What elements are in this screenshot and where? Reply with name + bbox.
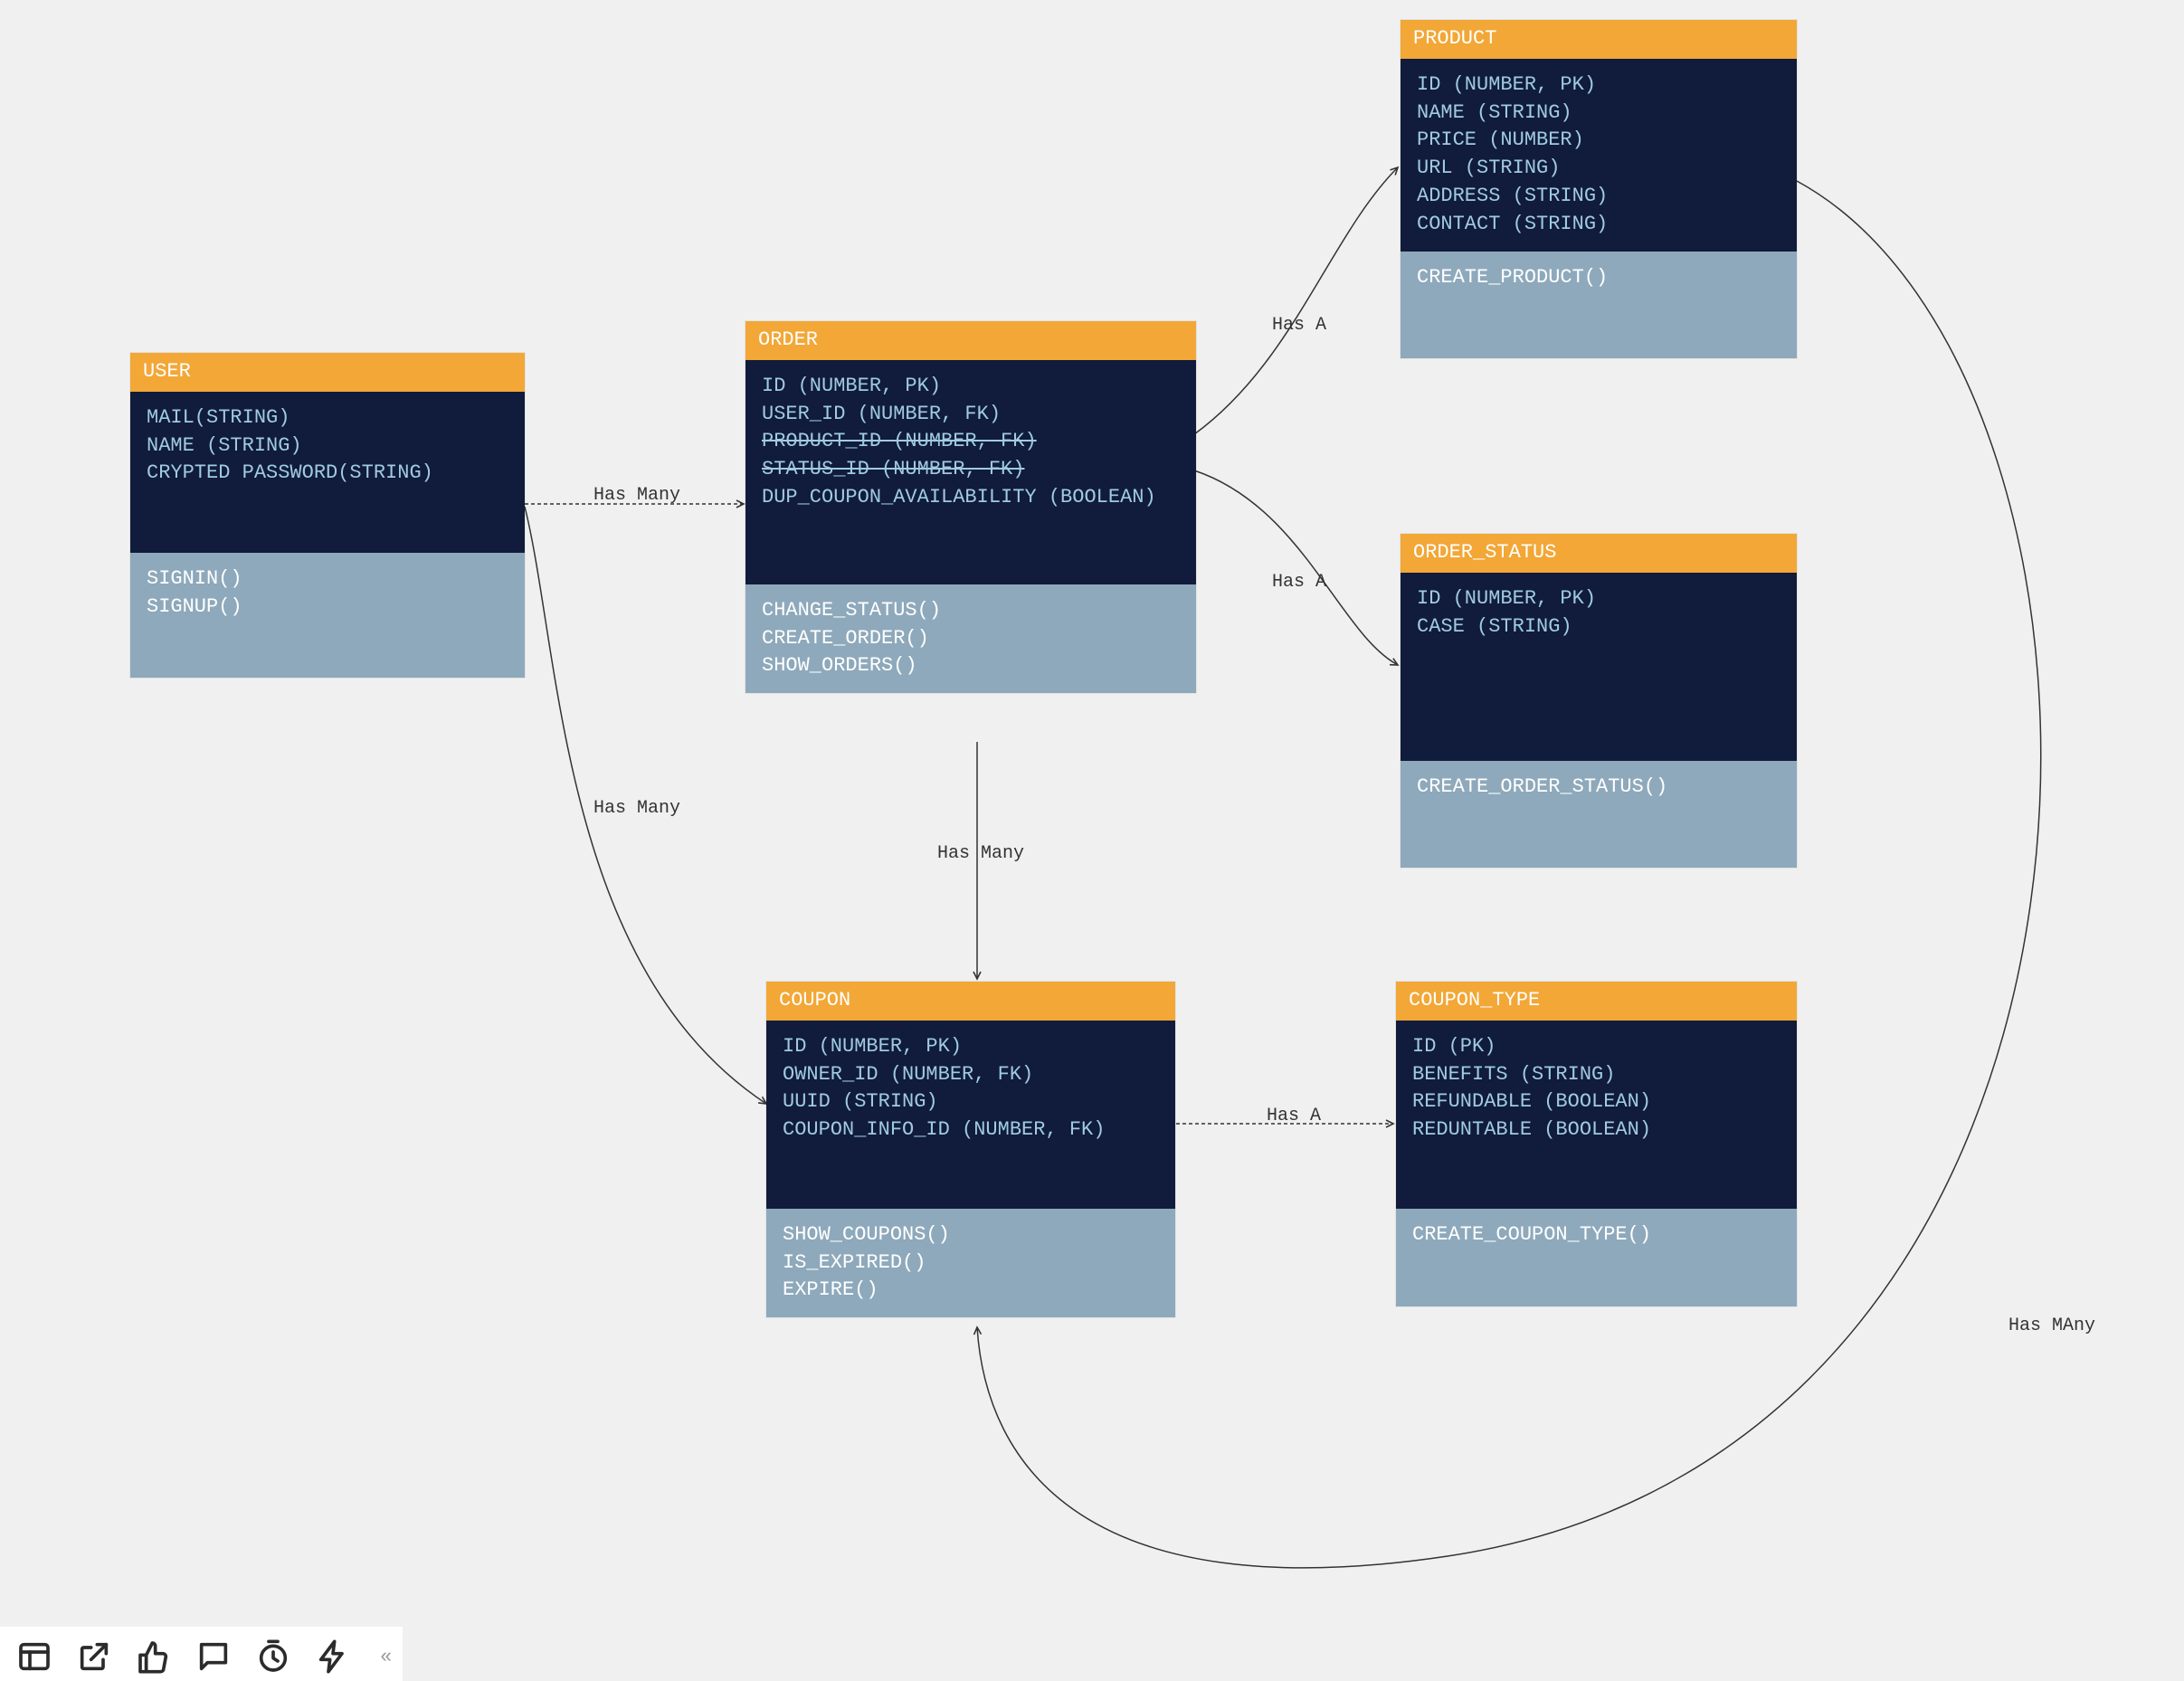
rel-label-user-order: Has Many bbox=[593, 485, 680, 506]
entity-order[interactable]: ORDER ID (NUMBER, PK) USER_ID (NUMBER, F… bbox=[745, 321, 1196, 693]
entity-attr: CASE (STRING) bbox=[1417, 613, 1780, 641]
entity-attr: ADDRESS (STRING) bbox=[1417, 183, 1780, 211]
entity-attr: CRYPTED PASSWORD(STRING) bbox=[147, 460, 508, 488]
entity-attr: UUID (STRING) bbox=[783, 1088, 1159, 1116]
rel-label-order-coupon: Has Many bbox=[937, 843, 1024, 864]
entity-product-methods: CREATE_PRODUCT() bbox=[1401, 252, 1797, 358]
collapse-toolbar-button[interactable]: « bbox=[375, 1646, 386, 1668]
connector-order-product bbox=[1194, 167, 1398, 434]
entity-order-attrs: ID (NUMBER, PK) USER_ID (NUMBER, FK) PRO… bbox=[745, 360, 1196, 584]
entity-attr: COUPON_INFO_ID (NUMBER, FK) bbox=[783, 1116, 1159, 1144]
entity-order-methods: CHANGE_STATUS() CREATE_ORDER() SHOW_ORDE… bbox=[745, 584, 1196, 693]
rel-label-coupon-type: Has A bbox=[1267, 1106, 1321, 1126]
entity-attr: PRICE (NUMBER) bbox=[1417, 127, 1780, 155]
bottom-toolbar: « bbox=[0, 1627, 403, 1681]
entity-attr: ID (NUMBER, PK) bbox=[762, 373, 1180, 401]
entity-method: SHOW_COUPONS() bbox=[783, 1221, 1159, 1249]
entity-attr: MAIL(STRING) bbox=[147, 404, 508, 432]
entity-method: CREATE_ORDER_STATUS() bbox=[1417, 774, 1780, 802]
entity-method: CREATE_ORDER() bbox=[762, 625, 1180, 653]
entity-attr: REDUNTABLE (BOOLEAN) bbox=[1412, 1116, 1780, 1144]
entity-user[interactable]: USER MAIL(STRING) NAME (STRING) CRYPTED … bbox=[130, 353, 525, 678]
entity-attr: OWNER_ID (NUMBER, FK) bbox=[783, 1061, 1159, 1089]
entity-coupon-type-attrs: ID (PK) BENEFITS (STRING) REFUNDABLE (BO… bbox=[1396, 1021, 1797, 1209]
entity-method: EXPIRE() bbox=[783, 1277, 1159, 1305]
entity-attr: ID (NUMBER, PK) bbox=[1417, 71, 1780, 100]
entity-attr: NAME (STRING) bbox=[1417, 100, 1780, 128]
entity-method: IS_EXPIRED() bbox=[783, 1249, 1159, 1277]
entity-method: CREATE_COUPON_TYPE() bbox=[1412, 1221, 1780, 1249]
rel-label-user-coupon: Has Many bbox=[593, 798, 680, 819]
lightning-icon[interactable] bbox=[315, 1638, 351, 1675]
entity-product-title: PRODUCT bbox=[1401, 20, 1797, 59]
entity-order-status-methods: CREATE_ORDER_STATUS() bbox=[1401, 761, 1797, 868]
entity-coupon[interactable]: COUPON ID (NUMBER, PK) OWNER_ID (NUMBER,… bbox=[766, 982, 1175, 1317]
external-link-icon[interactable] bbox=[76, 1638, 112, 1675]
entity-method: SHOW_ORDERS() bbox=[762, 652, 1180, 680]
entity-method: CHANGE_STATUS() bbox=[762, 597, 1180, 625]
entity-attr: REFUNDABLE (BOOLEAN) bbox=[1412, 1088, 1780, 1116]
connectors-layer bbox=[0, 0, 2184, 1681]
entity-attr: ID (PK) bbox=[1412, 1033, 1780, 1061]
entity-attr: PRODUCT_ID (NUMBER, FK) bbox=[762, 428, 1180, 456]
entity-method: SIGNIN() bbox=[147, 565, 508, 594]
entity-order-status-attrs: ID (NUMBER, PK) CASE (STRING) bbox=[1401, 573, 1797, 761]
entity-coupon-methods: SHOW_COUPONS() IS_EXPIRED() EXPIRE() bbox=[766, 1209, 1175, 1317]
diagram-canvas[interactable]: USER MAIL(STRING) NAME (STRING) CRYPTED … bbox=[0, 0, 2184, 1681]
entity-attr: URL (STRING) bbox=[1417, 155, 1780, 183]
entity-attr: NAME (STRING) bbox=[147, 432, 508, 461]
entity-attr: USER_ID (NUMBER, FK) bbox=[762, 401, 1180, 429]
entity-attr: BENEFITS (STRING) bbox=[1412, 1061, 1780, 1089]
entity-product[interactable]: PRODUCT ID (NUMBER, PK) NAME (STRING) PR… bbox=[1401, 20, 1797, 358]
entity-user-attrs: MAIL(STRING) NAME (STRING) CRYPTED PASSW… bbox=[130, 392, 525, 553]
entity-attr: ID (NUMBER, PK) bbox=[1417, 585, 1780, 613]
entity-user-title: USER bbox=[130, 353, 525, 392]
entity-product-attrs: ID (NUMBER, PK) NAME (STRING) PRICE (NUM… bbox=[1401, 59, 1797, 252]
entity-coupon-type[interactable]: COUPON_TYPE ID (PK) BENEFITS (STRING) RE… bbox=[1396, 982, 1797, 1306]
entity-order-title: ORDER bbox=[745, 321, 1196, 360]
entity-method: SIGNUP() bbox=[147, 594, 508, 622]
rel-label-order-status: Has A bbox=[1272, 572, 1326, 593]
rel-label-product-coupon: Has MAny bbox=[2008, 1315, 2095, 1336]
entity-method: CREATE_PRODUCT() bbox=[1417, 264, 1780, 292]
entity-attr: DUP_COUPON_AVAILABILITY (BOOLEAN) bbox=[762, 484, 1180, 512]
entity-coupon-type-methods: CREATE_COUPON_TYPE() bbox=[1396, 1209, 1797, 1306]
entity-attr: ID (NUMBER, PK) bbox=[783, 1033, 1159, 1061]
connector-order-orderstatus bbox=[1194, 470, 1398, 665]
entity-coupon-attrs: ID (NUMBER, PK) OWNER_ID (NUMBER, FK) UU… bbox=[766, 1021, 1175, 1209]
thumbs-up-icon[interactable] bbox=[136, 1638, 172, 1675]
entity-coupon-type-title: COUPON_TYPE bbox=[1396, 982, 1797, 1021]
entity-user-methods: SIGNIN() SIGNUP() bbox=[130, 553, 525, 678]
entity-order-status[interactable]: ORDER_STATUS ID (NUMBER, PK) CASE (STRIN… bbox=[1401, 534, 1797, 868]
entity-attr: CONTACT (STRING) bbox=[1417, 211, 1780, 239]
comment-icon[interactable] bbox=[195, 1638, 232, 1675]
timer-icon[interactable] bbox=[255, 1638, 291, 1675]
entity-order-status-title: ORDER_STATUS bbox=[1401, 534, 1797, 573]
panel-icon[interactable] bbox=[16, 1638, 52, 1675]
rel-label-order-product: Has A bbox=[1272, 315, 1326, 336]
entity-coupon-title: COUPON bbox=[766, 982, 1175, 1021]
entity-attr: STATUS_ID (NUMBER, FK) bbox=[762, 456, 1180, 484]
